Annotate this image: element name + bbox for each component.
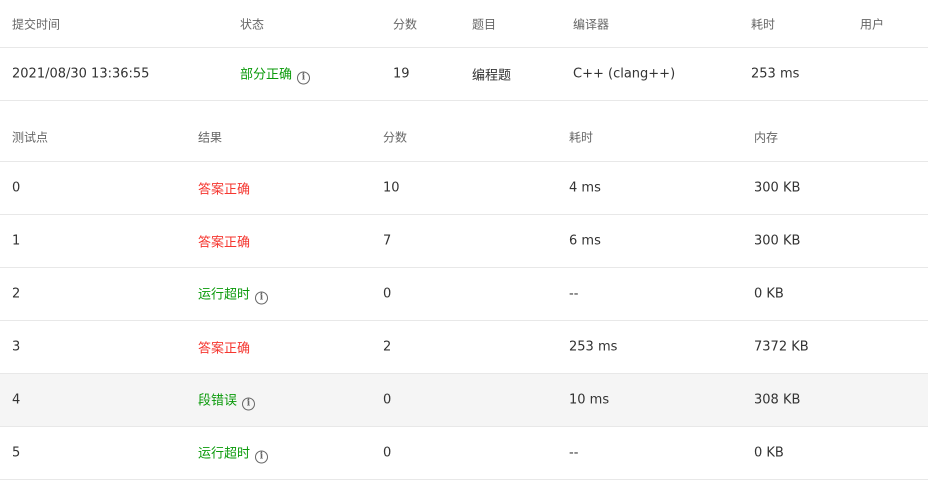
- test-id: 0: [12, 180, 21, 196]
- test-id: 1: [12, 233, 21, 249]
- elapsed: 253 ms: [751, 66, 800, 82]
- test-score: 10: [383, 180, 400, 196]
- result-badge[interactable]: 运行超时 i: [198, 443, 269, 464]
- table-row: 3 答案正确 2 253 ms 7372 KB: [0, 321, 928, 374]
- test-score: 7: [383, 233, 392, 249]
- test-cases-table: 测试点 结果 分数 耗时 内存 0 答案正确 10 4 ms 300 KB 1 答…: [0, 101, 928, 480]
- result-badge[interactable]: 运行超时 i: [198, 284, 269, 305]
- table-row: 5 运行超时 i 0 -- 0 KB: [0, 427, 928, 480]
- submission-header-row: 提交时间 状态 分数 题目 编译器 耗时 用户: [0, 0, 928, 48]
- header-score: 分数: [393, 17, 418, 31]
- test-time: 4 ms: [569, 180, 601, 196]
- test-score: 2: [383, 339, 392, 355]
- info-icon[interactable]: i: [297, 71, 311, 85]
- test-memory: 308 KB: [754, 392, 801, 408]
- submission-row: 2021/08/30 13:36:55 部分正确 i 19 编程题 C++ (cl…: [0, 48, 928, 101]
- table-row: 0 答案正确 10 4 ms 300 KB: [0, 162, 928, 215]
- header-time: 耗时: [569, 130, 594, 145]
- result-label: 答案正确: [198, 235, 251, 251]
- test-memory: 300 KB: [754, 180, 801, 196]
- header-user: 用户: [860, 17, 885, 31]
- table-row: 2 运行超时 i 0 -- 0 KB: [0, 268, 928, 321]
- test-memory: 0 KB: [754, 445, 784, 461]
- test-id: 3: [12, 339, 21, 355]
- test-time: 10 ms: [569, 392, 610, 408]
- header-status: 状态: [240, 17, 265, 31]
- test-time: 6 ms: [569, 233, 601, 249]
- compiler: C++ (clang++): [573, 66, 676, 82]
- result-badge[interactable]: 段错误 i: [198, 390, 256, 411]
- test-memory: 0 KB: [754, 286, 784, 302]
- result-badge: 答案正确: [198, 338, 250, 357]
- table-row: 4 段错误 i 0 10 ms 308 KB: [0, 374, 928, 427]
- tests-header-row: 测试点 结果 分数 耗时 内存: [0, 101, 928, 162]
- header-result: 结果: [198, 130, 223, 145]
- result-label: 答案正确: [198, 182, 251, 198]
- problem-link[interactable]: 编程题: [472, 65, 511, 84]
- test-id: 4: [12, 392, 21, 408]
- result-badge: 答案正确: [198, 232, 250, 251]
- header-compiler: 编译器: [573, 17, 610, 31]
- test-id: 5: [12, 445, 21, 461]
- test-memory: 300 KB: [754, 233, 801, 249]
- score: 19: [393, 66, 410, 82]
- status-label: 部分正确: [240, 67, 293, 83]
- test-score: 0: [383, 392, 392, 408]
- submit-time: 2021/08/30 13:36:55: [12, 66, 150, 82]
- header-problem: 题目: [472, 17, 497, 31]
- test-time: --: [569, 286, 579, 302]
- header-memory: 内存: [754, 130, 779, 145]
- test-id: 2: [12, 286, 21, 302]
- test-score: 0: [383, 286, 392, 302]
- info-icon[interactable]: i: [242, 397, 256, 411]
- result-label: 答案正确: [198, 341, 251, 357]
- header-score: 分数: [383, 130, 408, 145]
- result-label: 运行超时: [198, 446, 251, 462]
- test-score: 0: [383, 445, 392, 461]
- test-time: 253 ms: [569, 339, 618, 355]
- header-test-id: 测试点: [12, 130, 49, 145]
- header-submit-time: 提交时间: [12, 17, 61, 31]
- table-row: 1 答案正确 7 6 ms 300 KB: [0, 215, 928, 268]
- status-badge[interactable]: 部分正确 i: [240, 64, 311, 85]
- test-memory: 7372 KB: [754, 339, 809, 355]
- test-time: --: [569, 445, 579, 461]
- info-icon[interactable]: i: [255, 291, 269, 305]
- header-elapsed: 耗时: [751, 17, 776, 31]
- result-badge: 答案正确: [198, 179, 250, 198]
- result-label: 段错误: [198, 393, 238, 409]
- info-icon[interactable]: i: [255, 450, 269, 464]
- result-label: 运行超时: [198, 287, 251, 303]
- submission-table: 提交时间 状态 分数 题目 编译器 耗时 用户 2021/08/30 13:36…: [0, 0, 928, 101]
